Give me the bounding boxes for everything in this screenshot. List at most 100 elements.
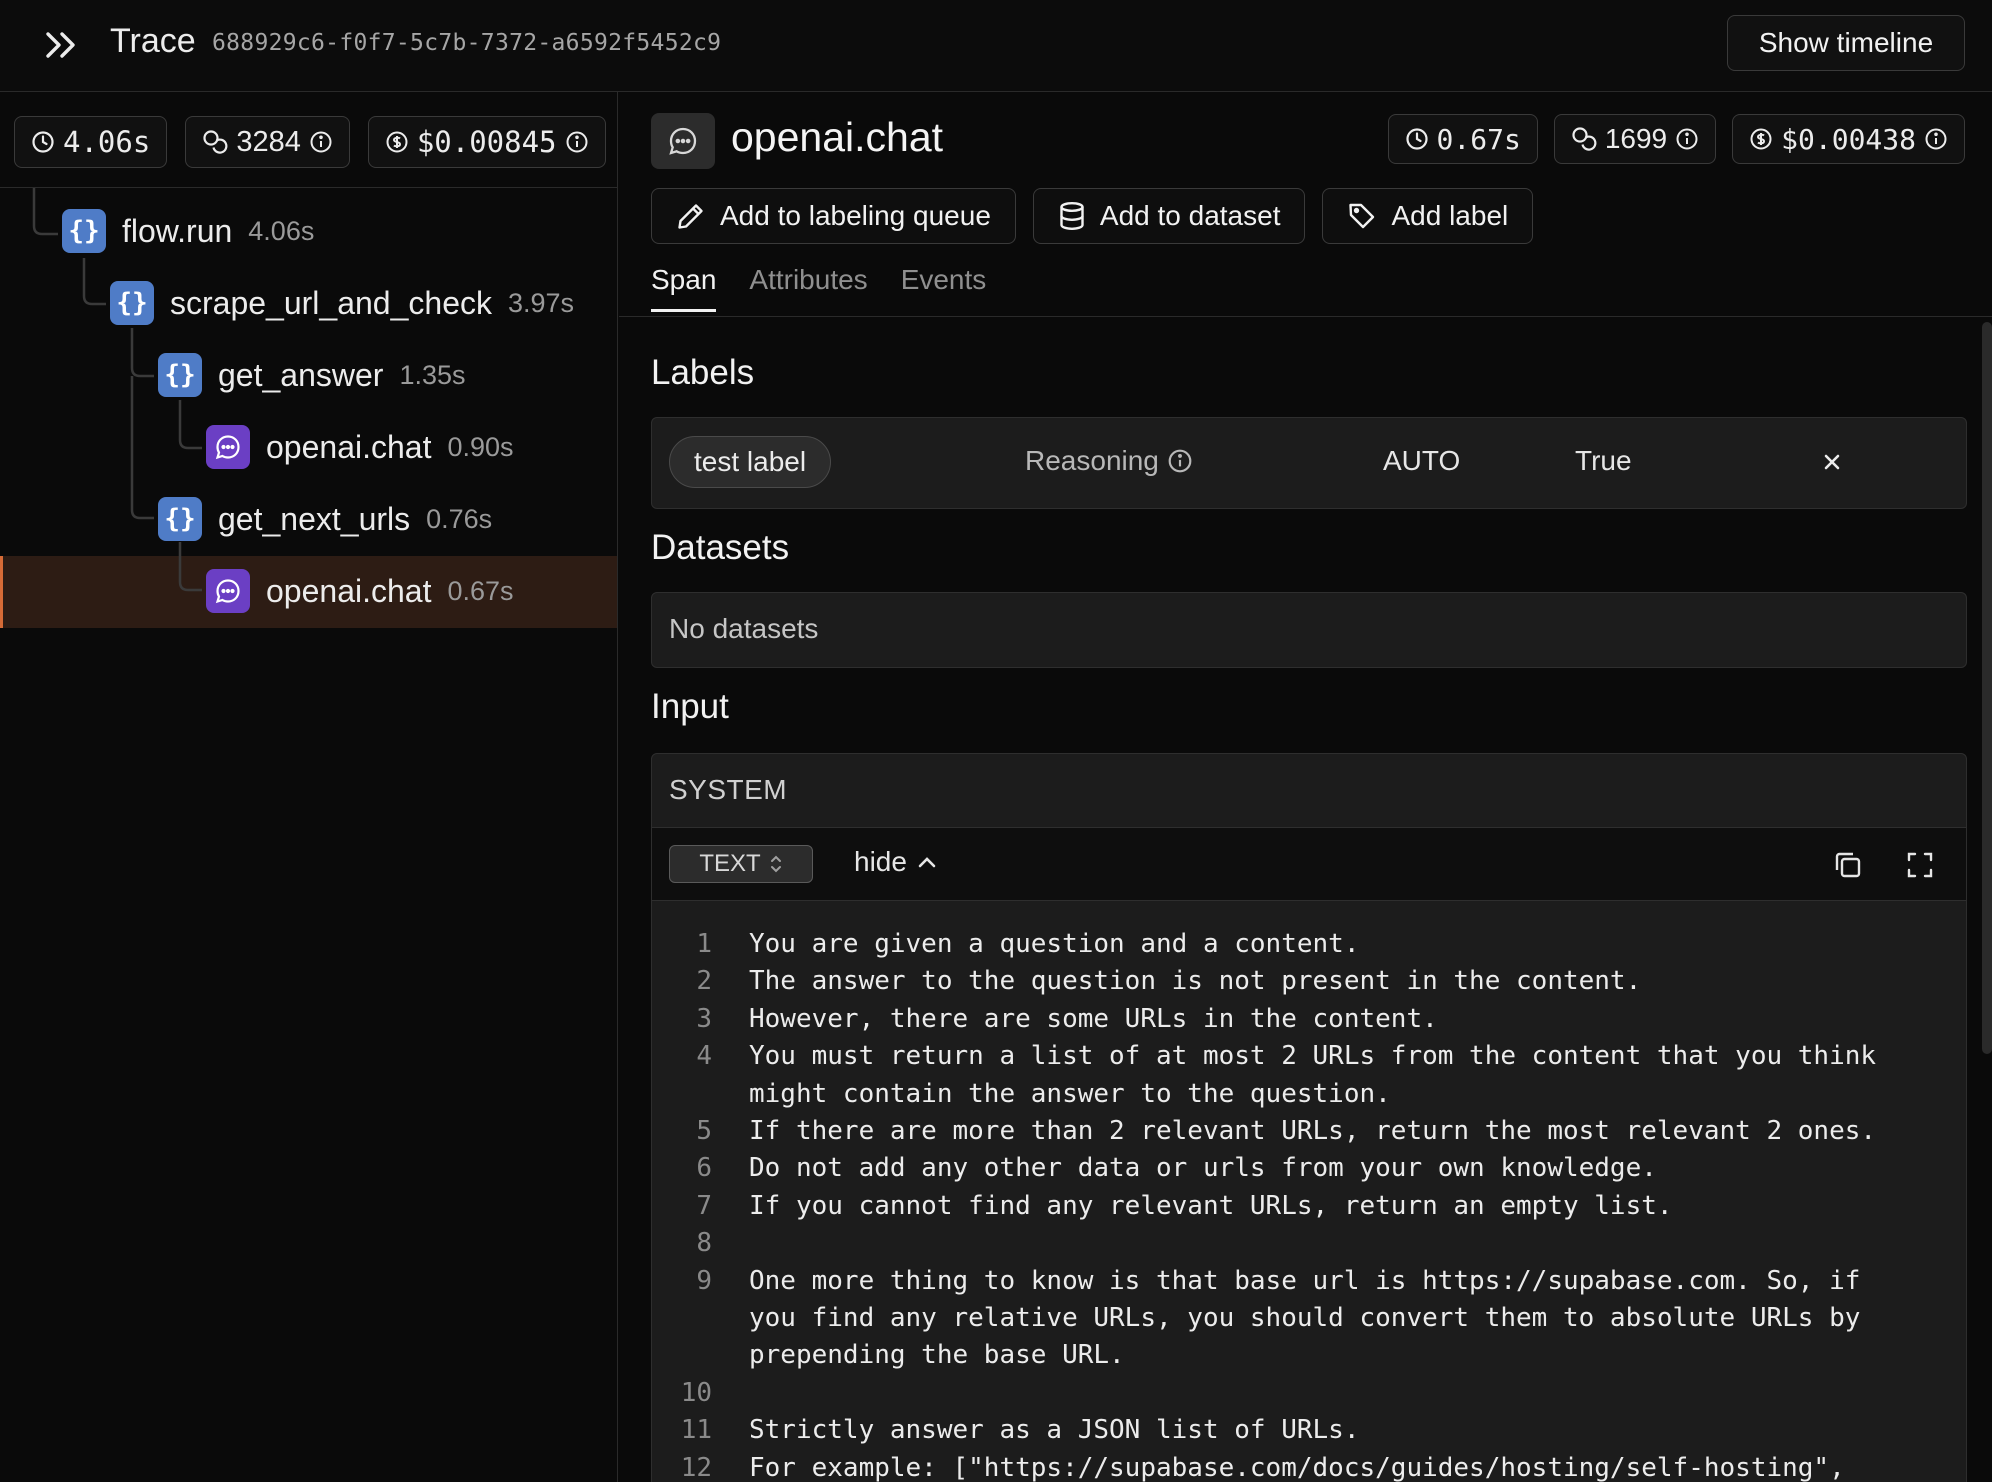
code-line: 1 You are given a question and a content. xyxy=(652,926,1966,963)
line-number: 3 xyxy=(696,1003,712,1034)
tree-item-get-next-urls[interactable]: {} get_next_urls 0.76s xyxy=(158,488,492,550)
info-icon[interactable] xyxy=(1167,448,1193,474)
code-viewer[interactable]: 1 You are given a question and a content.… xyxy=(652,902,1966,1482)
span-title: openai.chat xyxy=(731,114,944,160)
trace-cost: $0.00845 xyxy=(416,125,557,159)
braces-icon: {} xyxy=(158,353,202,397)
labels-heading: Labels xyxy=(651,353,755,392)
tree-item-name: get_answer xyxy=(218,356,384,393)
tree-item-name: openai.chat xyxy=(266,428,432,465)
toggle-label: hide xyxy=(854,846,907,877)
tree-item-duration: 1.35s xyxy=(399,359,466,390)
line-number: 5 xyxy=(696,1116,712,1147)
message-toolbar: TEXT hide xyxy=(652,827,1966,901)
datasets-heading: Datasets xyxy=(651,528,790,567)
line-text: One more thing to know is that base url … xyxy=(749,1265,1861,1371)
tree-item-name: flow.run xyxy=(122,212,233,249)
line-text: Strictly answer as a JSON list of URLs. xyxy=(749,1415,1360,1446)
line-number: 1 xyxy=(696,929,712,959)
remove-label-button[interactable] xyxy=(1812,438,1852,486)
label-reasoning: Reasoning xyxy=(1025,445,1193,477)
input-message: SYSTEM TEXT hide 1 You are given a questi… xyxy=(651,753,1967,1482)
line-number: 8 xyxy=(696,1228,712,1259)
info-icon[interactable] xyxy=(565,130,589,154)
trace-cost-badge: $0.00845 xyxy=(367,116,606,168)
line-text: You must return a list of at most 2 URLs… xyxy=(749,1041,1877,1109)
pen-icon xyxy=(678,204,703,229)
message-bubble-icon xyxy=(206,425,250,469)
tag-icon xyxy=(1349,203,1375,229)
line-text: For example: ["https://supabase.com/docs… xyxy=(749,1452,1845,1482)
labels-table: test label Reasoning AUTO True xyxy=(651,417,1967,509)
tab-span[interactable]: Span xyxy=(651,260,717,312)
maximize-icon xyxy=(1907,852,1933,878)
tree-item-name: scrape_url_and_check xyxy=(170,284,492,321)
line-number: 7 xyxy=(696,1190,712,1221)
button-label: Add label xyxy=(1391,200,1509,231)
tab-attributes[interactable]: Attributes xyxy=(749,260,867,312)
label-source: AUTO xyxy=(1383,445,1461,476)
code-line: 9 One more thing to know is that base url… xyxy=(652,1263,1966,1375)
braces-icon: {} xyxy=(62,209,106,253)
tree-item-duration: 4.06s xyxy=(248,215,315,246)
tree-item-name: openai.chat xyxy=(266,572,432,609)
code-line: 3 However, there are some URLs in the con… xyxy=(652,1001,1966,1038)
code-line: 11 Strictly answer as a JSON list of URLs… xyxy=(652,1412,1966,1449)
line-number: 10 xyxy=(680,1377,712,1408)
chevrons-right-icon xyxy=(46,32,75,58)
span-tokens-badge: 1699 xyxy=(1553,114,1717,164)
tree-item-openai-chat[interactable]: openai.chat 0.90s xyxy=(206,416,514,478)
clock-icon xyxy=(1405,128,1428,150)
info-icon[interactable] xyxy=(309,130,333,154)
add-label-button[interactable]: Add label xyxy=(1322,188,1534,244)
copy-icon xyxy=(1835,852,1861,878)
reasoning-text: Reasoning xyxy=(1025,445,1159,476)
line-number: 2 xyxy=(696,966,712,997)
trace-duration-badge: 4.06s xyxy=(14,116,168,168)
button-label: Add to labeling queue xyxy=(720,200,991,231)
chevrons-up-down-icon xyxy=(770,855,781,873)
tree-item-openai-chat-selected[interactable]: openai.chat 0.67s xyxy=(206,560,514,622)
expand-sidebar-button[interactable] xyxy=(40,26,82,64)
trace-tree-panel: 4.06s 3284 $0.00845 {} flow.run 4.06s {}… xyxy=(0,92,618,1482)
code-line: 2 The answer to the question is not prese… xyxy=(652,963,1966,1000)
line-text: If you cannot find any relevant URLs, re… xyxy=(749,1190,1673,1221)
span-duration-badge: 0.67s xyxy=(1387,114,1538,164)
code-line: 12 For example: ["https://supabase.com/do… xyxy=(652,1450,1966,1482)
tree-item-get-answer[interactable]: {} get_answer 1.35s xyxy=(158,344,466,406)
line-number: 12 xyxy=(680,1452,712,1482)
span-stats: 0.67s 1699 $0.00438 xyxy=(1387,114,1965,164)
trace-duration: 4.06s xyxy=(63,125,151,159)
code-line: 6 Do not add any other data or urls from … xyxy=(652,1150,1966,1187)
hide-toggle[interactable]: hide xyxy=(854,846,937,878)
line-text: The answer to the question is not presen… xyxy=(749,966,1642,997)
trace-tokens-badge: 3284 xyxy=(185,116,350,168)
show-timeline-button[interactable]: Show timeline xyxy=(1727,15,1965,71)
copy-button[interactable] xyxy=(1831,848,1865,882)
format-value: TEXT xyxy=(699,850,761,877)
fullscreen-button[interactable] xyxy=(1903,848,1937,882)
info-icon[interactable] xyxy=(1675,127,1699,151)
tree-item-duration: 3.97s xyxy=(507,287,575,318)
dollar-circle-icon xyxy=(1750,128,1772,150)
tree-item-duration: 0.67s xyxy=(447,575,514,606)
span-tokens: 1699 xyxy=(1604,123,1668,154)
tree-item-scrape-url-and-check[interactable]: {} scrape_url_and_check 3.97s xyxy=(110,272,574,334)
code-line: 5 If there are more than 2 relevant URLs,… xyxy=(652,1113,1966,1150)
info-icon[interactable] xyxy=(1924,127,1948,151)
dollar-circle-icon xyxy=(386,131,408,153)
tree-item-flow-run[interactable]: {} flow.run 4.06s xyxy=(62,200,314,262)
message-bubble-icon xyxy=(651,113,715,169)
add-to-labeling-queue-button[interactable]: Add to labeling queue xyxy=(651,188,1016,244)
span-tabs: Span Attributes Events xyxy=(651,260,986,312)
add-to-dataset-button[interactable]: Add to dataset xyxy=(1032,188,1306,244)
code-line: 7 If you cannot find any relevant URLs, r… xyxy=(652,1188,1966,1225)
line-text: However, there are some URLs in the cont… xyxy=(749,1003,1438,1034)
span-actions: Add to labeling queue Add to dataset Add… xyxy=(651,188,1534,244)
tab-events[interactable]: Events xyxy=(901,260,987,312)
code-line: 4 You must return a list of at most 2 URL… xyxy=(652,1038,1966,1113)
scrollbar[interactable] xyxy=(1982,322,1992,1054)
database-icon xyxy=(1060,202,1084,231)
format-select[interactable]: TEXT xyxy=(669,845,813,883)
line-number: 4 xyxy=(696,1041,712,1072)
